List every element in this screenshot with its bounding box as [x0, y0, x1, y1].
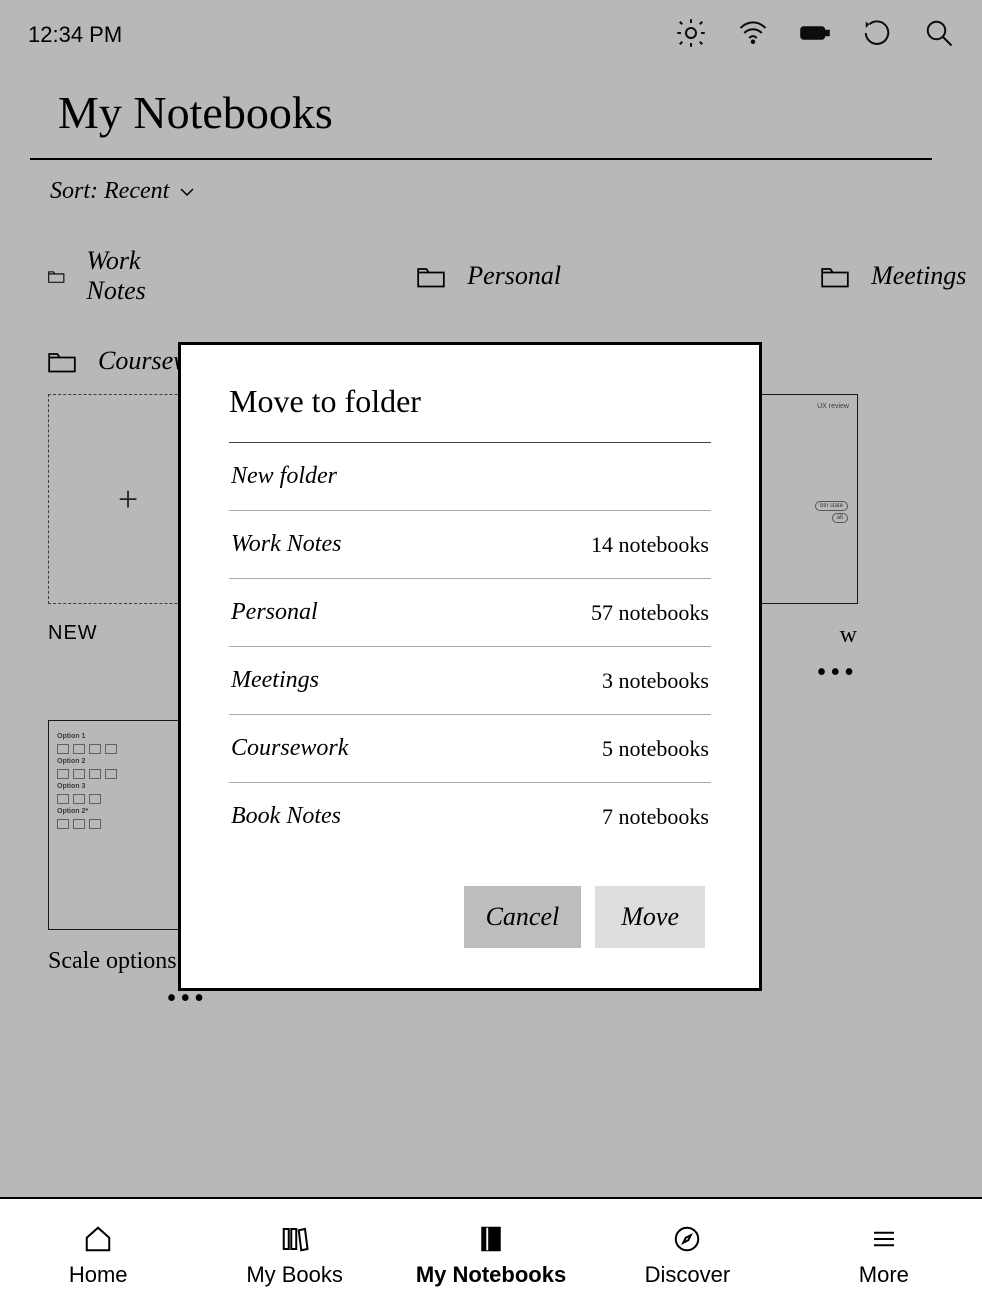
nav-label: Discover: [645, 1262, 731, 1288]
nav-label: More: [859, 1262, 909, 1288]
nav-label: My Notebooks: [416, 1262, 566, 1288]
row-label: Book Notes: [231, 803, 341, 830]
nav-my-books[interactable]: My Books: [196, 1199, 392, 1312]
row-count: 14 notebooks: [591, 532, 709, 558]
dialog-title: Move to folder: [229, 383, 711, 420]
folder-row-coursework[interactable]: Coursework 5 notebooks: [229, 715, 711, 783]
row-count: 57 notebooks: [591, 600, 709, 626]
row-label: Meetings: [231, 667, 319, 694]
row-count: 5 notebooks: [602, 736, 709, 762]
nav-discover[interactable]: Discover: [589, 1199, 785, 1312]
row-label: Coursework: [231, 735, 348, 762]
menu-icon: [868, 1224, 900, 1254]
move-to-folder-dialog: Move to folder New folder Work Notes 14 …: [178, 342, 762, 991]
folder-row-book-notes[interactable]: Book Notes 7 notebooks: [229, 783, 711, 850]
move-button-highlight: Move: [589, 880, 711, 954]
folder-row-work-notes[interactable]: Work Notes 14 notebooks: [229, 511, 711, 579]
folder-row-personal[interactable]: Personal 57 notebooks: [229, 579, 711, 647]
nav-more[interactable]: More: [786, 1199, 982, 1312]
home-icon: [82, 1224, 114, 1254]
folder-row-meetings[interactable]: Meetings 3 notebooks: [229, 647, 711, 715]
notebook-icon: [475, 1224, 507, 1254]
row-label: Work Notes: [231, 531, 341, 558]
row-label: New folder: [231, 463, 337, 490]
move-button[interactable]: Move: [595, 886, 705, 948]
nav-label: Home: [69, 1262, 128, 1288]
new-folder-row[interactable]: New folder: [229, 443, 711, 511]
nav-label: My Books: [246, 1262, 343, 1288]
row-count: 7 notebooks: [602, 804, 709, 830]
bottom-nav: Home My Books My Notebooks Discover More: [0, 1197, 982, 1312]
nav-home[interactable]: Home: [0, 1199, 196, 1312]
cancel-button[interactable]: Cancel: [464, 886, 582, 948]
compass-icon: [671, 1224, 703, 1254]
row-label: Personal: [231, 599, 318, 626]
books-icon: [279, 1224, 311, 1254]
nav-my-notebooks[interactable]: My Notebooks: [393, 1199, 589, 1312]
row-count: 3 notebooks: [602, 668, 709, 694]
